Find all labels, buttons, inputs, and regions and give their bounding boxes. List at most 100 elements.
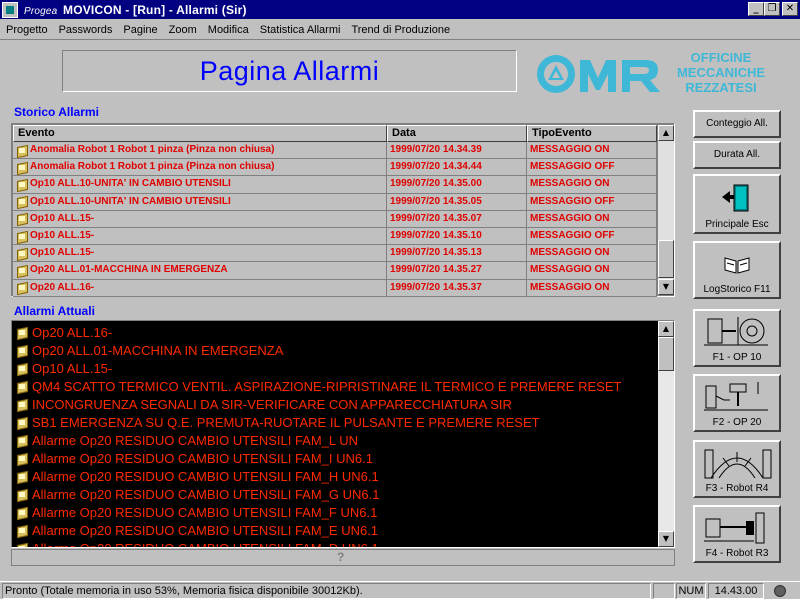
scroll-down-button[interactable]: ▼ (658, 531, 674, 547)
help-question-mark: ? (337, 550, 345, 564)
list-item[interactable]: Allarme Op20 RESIDUO CAMBIO UTENSILI FAM… (16, 539, 656, 547)
table-row[interactable]: Anomalia Robot 1 Robot 1 pinza (Pinza no… (13, 159, 657, 177)
table-row[interactable]: Op10 ALL.10-UNITA' IN CAMBIO UTENSILI 199… (13, 176, 657, 194)
menu-progetto[interactable]: Progetto (6, 24, 48, 36)
alarm-book-icon (16, 399, 28, 410)
table-row[interactable]: Op10 ALL.15- 1999/07/20 14.35.13 MESSAGGIO… (13, 245, 657, 263)
scroll-thumb[interactable] (658, 337, 674, 371)
cell-evento: Op10 ALL.10-UNITA' IN CAMBIO UTENSILI (13, 193, 387, 211)
alarm-book-icon (16, 363, 28, 374)
table-row[interactable]: Op20 ALL.01-MACCHINA IN EMERGENZA 1999/07… (13, 262, 657, 280)
table-row[interactable]: Anomalia Robot 1 Robot 1 pinza (Pinza no… (13, 142, 657, 160)
list-item[interactable]: Allarme Op20 RESIDUO CAMBIO UTENSILI FAM… (16, 485, 656, 503)
column-header-data[interactable]: Data (387, 125, 527, 142)
alarm-book-icon (16, 507, 28, 518)
cell-tipoevento: MESSAGGIO ON (527, 176, 657, 194)
alarm-book-icon (16, 453, 28, 464)
alarm-text: Allarme Op20 RESIDUO CAMBIO UTENSILI FAM… (32, 450, 373, 466)
alarm-book-icon (16, 489, 28, 500)
logstorico-f11-button[interactable]: LogStorico F11 (693, 241, 781, 299)
cell-data: 1999/07/20 14.35.07 (387, 210, 527, 228)
list-item[interactable]: Op20 ALL.16- (16, 323, 656, 341)
list-item[interactable]: Allarme Op20 RESIDUO CAMBIO UTENSILI FAM… (16, 467, 656, 485)
principale-esc-label: Principale Esc (705, 219, 769, 230)
scroll-up-button[interactable]: ▲ (658, 321, 674, 337)
alarm-list-body: Op20 ALL.16- Op20 ALL.01-MACCHINA IN EMER… (16, 323, 656, 547)
menu-modifica[interactable]: Modifica (208, 24, 249, 36)
storico-vertical-scrollbar[interactable]: ▲ ▼ (658, 125, 674, 295)
alarm-book-icon (16, 179, 28, 190)
f4-robot-r3-button[interactable]: F4 - Robot R3 (693, 505, 781, 563)
menu-statistica-allarmi[interactable]: Statistica Allarmi (260, 24, 341, 36)
title-bar[interactable]: Progea MOVICON - [Run] - Allarmi (Sir) _… (0, 0, 800, 19)
durata-all-button[interactable]: Durata All. (693, 141, 781, 169)
alarm-book-icon (16, 265, 28, 276)
column-header-tipoevento[interactable]: TipoEvento (527, 125, 657, 142)
cell-data: 1999/07/20 14.34.44 (387, 159, 527, 177)
f1-op10-label: F1 - OP 10 (712, 352, 762, 363)
evento-text: Op20 ALL.16- (30, 281, 95, 293)
minimize-button[interactable]: _ (748, 2, 764, 16)
f3-robot-r4-button[interactable]: F3 - Robot R4 (693, 440, 781, 498)
menu-trend-di-produzione[interactable]: Trend di Produzione (351, 24, 450, 36)
principale-esc-button[interactable]: Principale Esc (693, 174, 781, 234)
scroll-down-button[interactable]: ▼ (658, 279, 674, 295)
brand-name: Progea (24, 5, 58, 17)
allarmi-attuali-list[interactable]: Op20 ALL.16- Op20 ALL.01-MACCHINA IN EMER… (11, 320, 675, 548)
page-title: Pagina Allarmi (199, 55, 380, 86)
f2-op20-button[interactable]: F2 - OP 20 (693, 374, 781, 432)
conteggio-all-button[interactable]: Conteggio All. (693, 110, 781, 138)
alarm-book-icon (16, 471, 28, 482)
attuali-horizontal-bar[interactable]: ? (11, 549, 675, 566)
list-item[interactable]: Allarme Op20 RESIDUO CAMBIO UTENSILI FAM… (16, 521, 656, 539)
scroll-up-button[interactable]: ▲ (658, 125, 674, 141)
close-button[interactable]: ✕ (782, 2, 798, 16)
column-header-evento[interactable]: Evento (13, 125, 387, 142)
menu-pagine[interactable]: Pagine (123, 24, 157, 36)
app-icon[interactable] (2, 1, 18, 18)
restore-button[interactable]: ❐ (764, 2, 780, 16)
alarm-book-icon (16, 381, 28, 392)
cell-tipoevento: MESSAGGIO OFF (527, 227, 657, 246)
logo-line-2: MECCANICHE (676, 65, 766, 80)
list-item[interactable]: INCONGRUENZA SEGNALI DA SIR-VERIFICARE C… (16, 395, 656, 413)
alarm-text: Op20 ALL.01-MACCHINA IN EMERGENZA (32, 342, 284, 358)
scroll-thumb[interactable] (658, 240, 674, 278)
menu-bar: Progetto Passwords Pagine Zoom Modifica … (0, 20, 800, 40)
omr-logo-icon (537, 55, 660, 93)
menu-zoom[interactable]: Zoom (169, 24, 197, 36)
f1-op10-button[interactable]: F1 - OP 10 (693, 309, 781, 367)
list-item[interactable]: Op10 ALL.15- (16, 359, 656, 377)
cell-data: 1999/07/20 14.35.13 (387, 245, 527, 263)
application-window: Progea MOVICON - [Run] - Allarmi (Sir) _… (0, 0, 800, 599)
table-row[interactable]: Op10 ALL.10-UNITA' IN CAMBIO UTENSILI 199… (13, 193, 657, 211)
title-label: MOVICON - [Run] - Allarmi (Sir) (63, 2, 247, 17)
alarm-text: Op20 ALL.16- (32, 324, 113, 340)
list-item[interactable]: QM4 SCATTO TERMICO VENTIL. ASPIRAZIONE-R… (16, 377, 656, 395)
attuali-vertical-scrollbar[interactable]: ▲ ▼ (658, 321, 674, 547)
storico-allarmi-table[interactable]: Evento Data TipoEvento Anomalia Robot 1 … (11, 123, 675, 297)
cell-data: 1999/07/20 14.35.10 (387, 227, 527, 246)
alarm-text: INCONGRUENZA SEGNALI DA SIR-VERIFICARE C… (32, 396, 512, 412)
table-row[interactable]: Op10 ALL.15- 1999/07/20 14.35.10 MESSAGGIO… (13, 227, 657, 246)
alarm-book-icon (16, 417, 28, 428)
alarm-book-icon (16, 543, 28, 547)
exit-door-icon (695, 176, 779, 219)
cell-evento: Op10 ALL.15- (13, 210, 387, 228)
table-row[interactable]: Op20 ALL.16- 1999/07/20 14.35.37 MESSAGGIO… (13, 279, 657, 297)
list-item[interactable]: Allarme Op20 RESIDUO CAMBIO UTENSILI FAM… (16, 431, 656, 449)
list-item[interactable]: Allarme Op20 RESIDUO CAMBIO UTENSILI FAM… (16, 503, 656, 521)
status-message: Pronto (Totale memoria in uso 53%, Memor… (2, 583, 651, 599)
table-row[interactable]: Op10 ALL.15- 1999/07/20 14.35.07 MESSAGGIO… (13, 210, 657, 228)
menu-passwords[interactable]: Passwords (59, 24, 113, 36)
alarm-book-icon (16, 525, 28, 536)
table-header: Evento Data TipoEvento (13, 125, 657, 142)
robot-r3-icon (695, 507, 779, 548)
allarmi-attuali-label: Allarmi Attuali (14, 304, 95, 318)
alarm-book-icon (16, 162, 28, 173)
list-item[interactable]: Op20 ALL.01-MACCHINA IN EMERGENZA (16, 341, 656, 359)
evento-text: Op20 ALL.01-MACCHINA IN EMERGENZA (30, 264, 228, 276)
status-bar: Pronto (Totale memoria in uso 53%, Memor… (0, 581, 800, 599)
list-item[interactable]: SB1 EMERGENZA SU Q.E. PREMUTA-RUOTARE IL… (16, 413, 656, 431)
list-item[interactable]: Allarme Op20 RESIDUO CAMBIO UTENSILI FAM… (16, 449, 656, 467)
